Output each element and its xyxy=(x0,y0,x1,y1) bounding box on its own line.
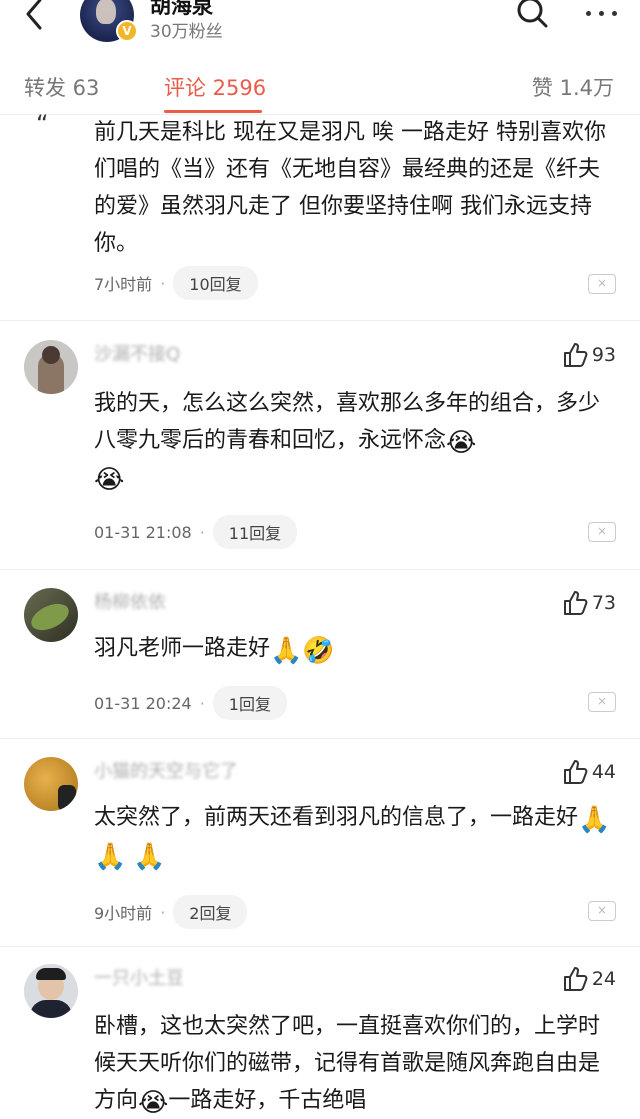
comment-text: 前几天是科比 现在又是羽凡 唉 一路走好 特别喜欢你们唱的《当》还有《无地自容》… xyxy=(94,120,606,256)
thumbs-up-icon xyxy=(563,591,588,615)
verified-badge: V xyxy=(116,20,138,42)
comment-text: 卧槽，这也太突然了吧，一直挺喜欢你们的，上学时候天天听你们的磁带，记得有首歌是随… xyxy=(94,1014,601,1118)
comment-meta: 01-31 20:24 · 1回复 xyxy=(94,686,287,720)
dismiss-button[interactable]: × xyxy=(588,274,616,294)
like-count: 93 xyxy=(591,344,616,366)
thumbs-up-icon xyxy=(563,967,588,991)
tab-comments[interactable]: 评论 2596 xyxy=(164,72,266,102)
comment-meta: 01-31 21:08 · 11回复 xyxy=(94,515,298,549)
dismiss-button[interactable]: × xyxy=(588,692,616,712)
avatar[interactable] xyxy=(24,964,78,1018)
laughing-emoji: 🤣 xyxy=(302,636,335,666)
top-bar: V 胡海泉 30万粉丝 xyxy=(0,0,640,48)
commenter-name[interactable]: 一只小土豆 xyxy=(94,964,184,990)
like-button[interactable]: 44 xyxy=(562,759,616,785)
quote-mark: “ xyxy=(36,110,49,138)
like-button[interactable]: 73 xyxy=(562,590,616,616)
avatar[interactable] xyxy=(24,757,78,811)
comment-time: 01-31 20:24 xyxy=(94,693,192,713)
comment-time: 01-31 21:08 xyxy=(94,522,192,542)
back-button[interactable] xyxy=(18,0,54,32)
like-button[interactable]: 93 xyxy=(562,342,616,368)
comment-meta: 7小时前 · 10回复 xyxy=(94,266,258,300)
like-button[interactable]: 24 xyxy=(562,966,616,992)
commenter-name[interactable]: 沙漏不接Q xyxy=(94,340,180,366)
commenter-name[interactable]: 小猫的天空与它了 xyxy=(94,757,238,783)
commenter-name[interactable]: 杨柳依依 xyxy=(94,588,166,614)
follower-count: 30万粉丝 xyxy=(150,22,223,42)
divider xyxy=(0,946,640,947)
avatar[interactable] xyxy=(24,340,78,394)
reply-count-button[interactable]: 1回复 xyxy=(212,686,287,720)
search-button[interactable] xyxy=(514,0,550,32)
crying-emoji: 😭 xyxy=(94,465,125,495)
divider xyxy=(0,569,640,570)
tab-likes[interactable]: 赞 1.4万 xyxy=(532,72,614,102)
reply-count-button[interactable]: 2回复 xyxy=(173,895,248,929)
praying-hands-emoji: 🙏 xyxy=(133,842,166,872)
more-button[interactable] xyxy=(580,0,624,28)
active-tab-indicator xyxy=(164,110,262,113)
tab-bar: 转发 63 评论 2596 赞 1.4万 xyxy=(0,48,640,115)
search-icon xyxy=(517,0,548,28)
back-arrow-icon xyxy=(26,0,42,30)
thumbs-up-icon xyxy=(563,760,588,784)
comment-text: 我的天，怎么这么突然，喜欢那么多年的组合，多少八零九零后的青春和回忆，永远怀念😭… xyxy=(94,391,601,495)
like-count: 24 xyxy=(591,968,616,990)
praying-hands-emoji: 🙏 xyxy=(94,842,127,872)
comment-text: 太突然了，前两天还看到羽凡的信息了，一路走好🙏 🙏 🙏 xyxy=(94,805,611,872)
like-count: 73 xyxy=(591,592,616,614)
crying-emoji: 😭 xyxy=(138,1088,169,1118)
crying-emoji: 😭 xyxy=(446,428,477,458)
divider xyxy=(0,320,640,321)
dismiss-button[interactable]: × xyxy=(588,901,616,921)
reply-count-button[interactable]: 10回复 xyxy=(173,266,258,300)
tab-repost[interactable]: 转发 63 xyxy=(24,72,99,102)
comment-text: 羽凡老师一路走好🙏🤣 xyxy=(94,636,335,666)
praying-hands-emoji: 🙏 xyxy=(578,805,611,835)
praying-hands-emoji: 🙏 xyxy=(270,636,303,666)
dismiss-button[interactable]: × xyxy=(588,522,616,542)
thumbs-up-icon xyxy=(563,343,588,367)
like-count: 44 xyxy=(591,761,616,783)
reply-count-button[interactable]: 11回复 xyxy=(212,515,298,549)
comment-meta: 9小时前 · 2回复 xyxy=(94,895,248,929)
divider xyxy=(0,738,640,739)
avatar[interactable] xyxy=(24,588,78,642)
more-icon xyxy=(586,11,591,16)
comment-time: 7小时前 xyxy=(94,275,153,294)
comment-time: 9小时前 xyxy=(94,904,153,923)
